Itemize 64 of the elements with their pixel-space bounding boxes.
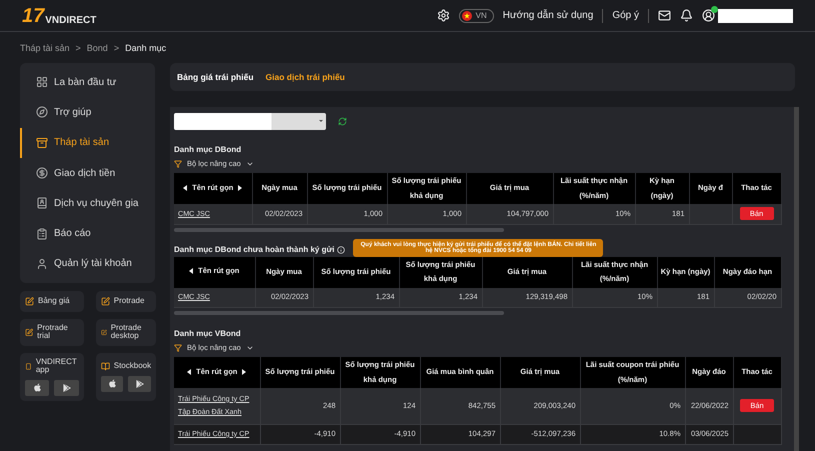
user-icon: [36, 258, 48, 270]
section-title: Danh mục DBond: [174, 144, 242, 154]
breadcrumb-item[interactable]: Bond: [86, 43, 108, 53]
refresh-icon[interactable]: [338, 117, 347, 126]
mail-icon[interactable]: [658, 9, 671, 22]
sidebar-item[interactable]: Quản lý tài khoản: [20, 248, 155, 280]
quick-link-card[interactable]: Protrade: [96, 291, 156, 312]
breadcrumb-item[interactable]: Tháp tài sản: [20, 43, 70, 53]
user-avatar-icon[interactable]: [702, 9, 715, 22]
info-icon[interactable]: [337, 246, 346, 254]
sidebar-item[interactable]: Giao dịch tiền: [20, 158, 155, 188]
apple-icon: [108, 379, 117, 388]
edit-icon: [25, 328, 34, 337]
play-store-button[interactable]: [128, 376, 152, 392]
phone-icon: [25, 362, 32, 371]
edit-icon: [100, 297, 110, 306]
quick-link-card[interactable]: Bảng giá: [20, 291, 84, 312]
scrollbar[interactable]: [174, 311, 504, 315]
filter-icon: [174, 160, 182, 168]
quick-link-card[interactable]: Protrade desktop: [96, 319, 156, 346]
feedback-link[interactable]: Góp ý: [612, 10, 639, 21]
clipboard-icon: [36, 228, 48, 240]
left-arrow-icon[interactable]: [183, 184, 188, 191]
section-title: Danh mục DBond chưa hoàn thành ký gửi: [174, 245, 334, 254]
quick-link-card[interactable]: VNDIRECT app: [20, 352, 84, 401]
bell-icon[interactable]: [680, 9, 693, 22]
archive-box-icon: [36, 136, 48, 149]
scrollbar[interactable]: [174, 228, 504, 232]
right-arrow-icon[interactable]: [242, 368, 246, 375]
edit-icon: [100, 328, 107, 337]
contact-book-icon: [36, 197, 48, 210]
breadcrumb-separator: >: [76, 43, 81, 53]
section-title: Danh mục VBond: [174, 328, 241, 338]
grid-icon: [36, 76, 48, 88]
logo[interactable]: 17VNDIRECT: [22, 6, 96, 26]
book-icon: [100, 362, 110, 371]
quick-link-card[interactable]: Stockbook: [96, 352, 156, 401]
user-guide-link[interactable]: Hướng dẫn sử dụng: [502, 10, 594, 21]
breadcrumb-item[interactable]: Danh mục: [125, 43, 166, 53]
right-arrow-icon[interactable]: [238, 184, 242, 191]
coin-icon: [36, 167, 48, 180]
compass-icon: [36, 106, 48, 118]
breadcrumb-separator: >: [114, 43, 120, 53]
settings-icon[interactable]: [436, 9, 450, 22]
play-icon: [62, 384, 71, 392]
apple-icon: [32, 383, 42, 392]
sidebar-item[interactable]: Dịch vụ chuyên gia: [20, 188, 155, 218]
tab[interactable]: Bảng giá trái phiếu: [177, 72, 254, 82]
play-store-button[interactable]: [54, 380, 79, 396]
play-icon: [136, 380, 144, 388]
edit-icon: [25, 297, 34, 306]
sidebar-item[interactable]: Báo cáo: [20, 218, 155, 249]
filter-icon: [174, 344, 182, 352]
app-store-button[interactable]: [25, 380, 50, 396]
quick-link-card[interactable]: Protrade trial: [20, 319, 84, 346]
app-store-button[interactable]: [100, 376, 124, 392]
tab[interactable]: Giao dịch trái phiếu: [266, 72, 345, 82]
flag-icon: [462, 10, 472, 20]
language-toggle[interactable]: VN: [458, 8, 494, 22]
sidebar-item[interactable]: La bàn đầu tư: [20, 67, 155, 98]
left-arrow-icon[interactable]: [189, 268, 194, 274]
sidebar-item[interactable]: Tháp tài sản: [20, 128, 155, 158]
sidebar-item[interactable]: Trợ giúp: [20, 97, 155, 128]
left-arrow-icon[interactable]: [187, 368, 192, 375]
